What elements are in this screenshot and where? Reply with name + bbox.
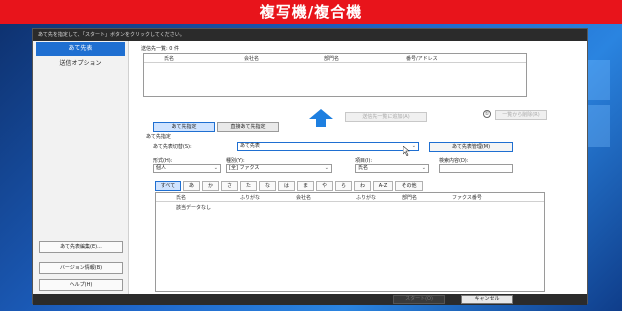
send-list-header-divider (144, 62, 526, 63)
sidebar-item-address-book[interactable]: あて先表 (36, 42, 125, 56)
format-select[interactable]: 個人 ⌄ (153, 164, 221, 173)
kana-tab-ra[interactable]: ら (335, 181, 352, 191)
chevron-down-icon: ⌄ (421, 165, 426, 171)
send-list-col-department: 部門名 (324, 56, 340, 62)
edit-address-book-button[interactable]: あて先表編集(E)... (39, 241, 123, 253)
search-label: 検索内容(D): (439, 158, 469, 164)
address-book-switch-value: あて先表 (240, 143, 260, 149)
help-button[interactable]: ヘルプ(H) (39, 279, 123, 291)
address-book-switch-label: あて先表切替(S): (153, 144, 192, 150)
send-list-heading: 送信先一覧: 0 件 (141, 46, 180, 52)
kana-tab-a-z[interactable]: A-Z (373, 181, 393, 191)
kana-tab-bar: すべて あ か さ た な は ま や ら わ A-Z その他 (155, 181, 465, 191)
address-table[interactable]: 氏名 ふりがな 会社名 ふりがな 部門名 ファクス番号 該当データなし (155, 192, 545, 292)
add-to-list-arrow-icon[interactable] (309, 109, 333, 127)
type-label: 種別(Y): (226, 158, 245, 164)
tab-address-selection[interactable]: あて先指定 (153, 122, 215, 132)
type-value: [全] ファクス (229, 165, 260, 171)
chevron-down-icon: ⌄ (324, 165, 329, 171)
kana-tab-ya[interactable]: や (316, 181, 333, 191)
item-label: 項目(I): (355, 158, 373, 164)
fax-dialog: あて先を指定して、「スタート」ボタンをクリックしてください。 あて先表 送信オプ… (32, 28, 588, 305)
add-to-list-button[interactable]: 送信先一覧に追加(A) (345, 112, 427, 122)
chevron-down-icon: ⌄ (411, 143, 416, 149)
kana-tab-ta[interactable]: た (240, 181, 257, 191)
info-icon: ① (483, 110, 491, 118)
send-list-col-address: 番号/アドレス (406, 56, 438, 62)
address-col-name-kana: ふりがな (240, 195, 261, 201)
address-group-label: あて先指定 (146, 134, 171, 140)
mouse-cursor-icon (403, 146, 410, 156)
page-banner: 複写機/複合機 (0, 0, 622, 24)
format-value: 個人 (156, 165, 167, 171)
tab-direct-address[interactable]: 直接あて先指定 (217, 122, 279, 132)
address-table-header-divider (156, 201, 544, 202)
kana-tab-wa[interactable]: わ (354, 181, 371, 191)
item-value: 氏名 (358, 165, 369, 171)
address-col-name: 氏名 (176, 195, 187, 201)
main-panel: 送信先一覧: 0 件 氏名 会社名 部門名 番号/アドレス 送信先一覧に追加(A… (133, 42, 583, 294)
manage-address-book-button[interactable]: あて先表管理(M) (429, 142, 513, 152)
kana-tab-sa[interactable]: さ (221, 181, 238, 191)
sidebar-item-send-options[interactable]: 送信オプション (36, 57, 125, 71)
kana-tab-ma[interactable]: ま (297, 181, 314, 191)
kana-tab-ka[interactable]: か (202, 181, 219, 191)
type-select[interactable]: [全] ファクス ⌄ (226, 164, 332, 173)
address-col-company: 会社名 (296, 195, 312, 201)
format-label: 形式(H): (153, 158, 173, 164)
address-col-fax-number: ファクス番号 (452, 195, 482, 201)
kana-tab-na[interactable]: な (259, 181, 276, 191)
sidebar: あて先表 送信オプション あて先表編集(E)... バージョン情報(B) ヘルプ… (33, 41, 129, 294)
send-list-col-company: 会社名 (244, 56, 260, 62)
cancel-button[interactable]: キャンセル (461, 295, 513, 304)
kana-tab-other[interactable]: その他 (395, 181, 423, 191)
start-button[interactable]: スタート(O) (393, 295, 445, 304)
address-table-empty-text: 該当データなし (176, 205, 212, 211)
chevron-down-icon: ⌄ (213, 165, 218, 171)
delete-from-list-button[interactable]: 一覧から削除(R) (495, 110, 547, 120)
search-input[interactable] (439, 164, 513, 173)
dialog-title: あて先を指定して、「スタート」ボタンをクリックしてください。 (33, 29, 587, 41)
address-col-department: 部門名 (402, 195, 418, 201)
item-select[interactable]: 氏名 ⌄ (355, 164, 429, 173)
address-book-switch-select[interactable]: あて先表 ⌄ (237, 142, 419, 151)
send-list-col-name: 氏名 (164, 56, 175, 62)
address-col-company-kana: ふりがな (356, 195, 377, 201)
kana-tab-ha[interactable]: は (278, 181, 295, 191)
kana-tab-all[interactable]: すべて (155, 181, 181, 191)
version-info-button[interactable]: バージョン情報(B) (39, 262, 123, 274)
dialog-footer: スタート(O) キャンセル (33, 294, 587, 305)
kana-tab-a[interactable]: あ (183, 181, 200, 191)
send-list-table[interactable]: 氏名 会社名 部門名 番号/アドレス (143, 53, 527, 97)
